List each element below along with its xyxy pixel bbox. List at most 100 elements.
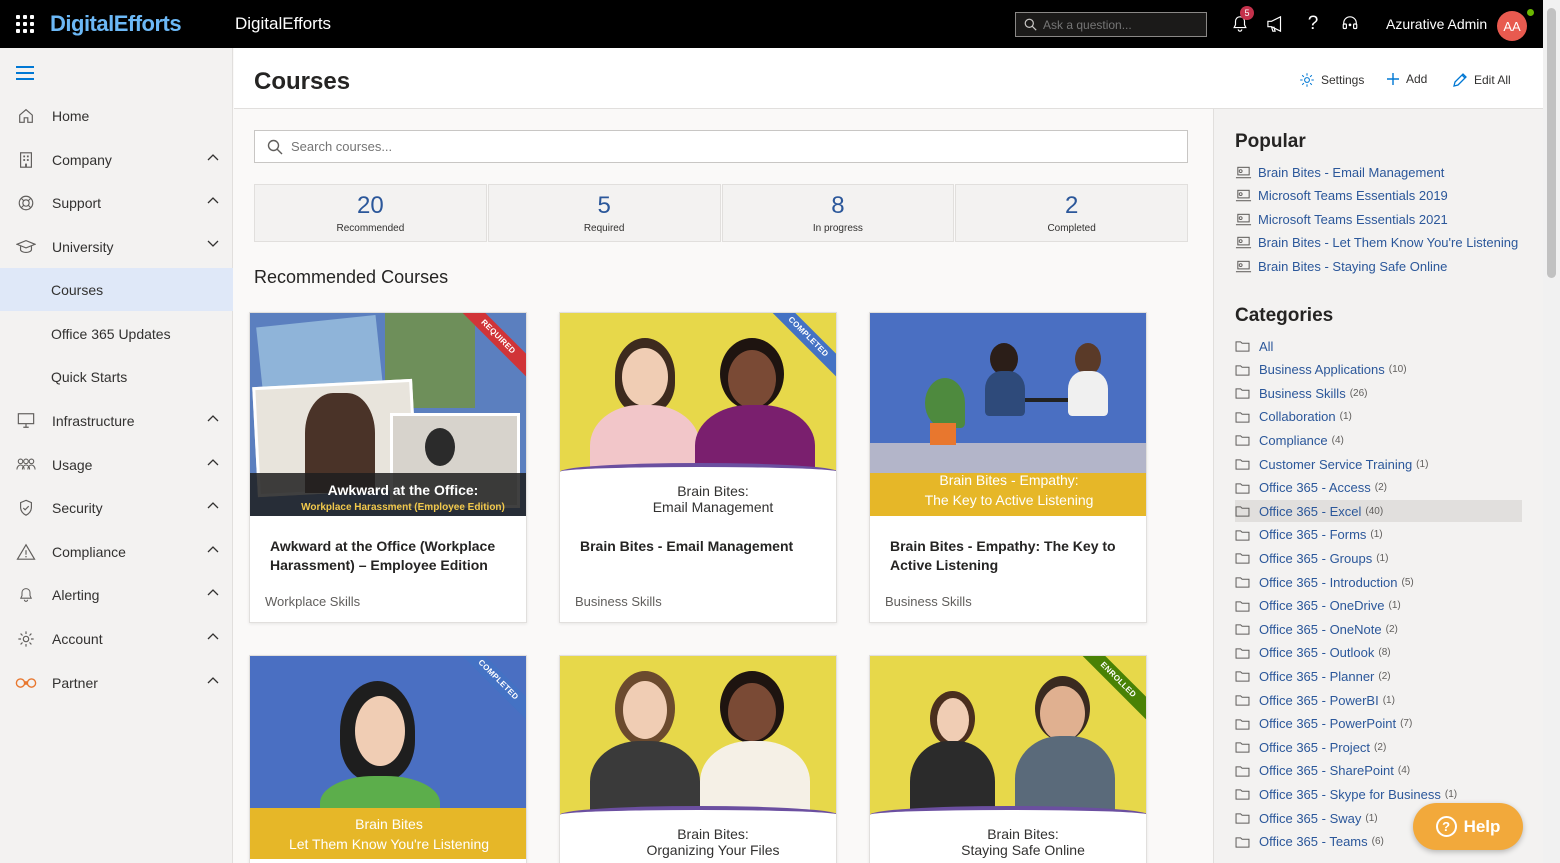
category-item[interactable]: Office 365 - Excel (40): [1235, 500, 1522, 523]
category-item[interactable]: Office 365 - OneNote (2): [1235, 618, 1522, 640]
sidebar-item-alerting[interactable]: Alerting: [0, 573, 233, 616]
home-icon: [19, 108, 33, 123]
course-card[interactable]: Brain Bites: Staying Safe Online ENROLLE…: [869, 655, 1147, 863]
sidebar-item-label: Account: [52, 630, 103, 647]
popular-item-label: Brain Bites - Email Management: [1258, 165, 1445, 180]
category-item[interactable]: Compliance (4): [1235, 429, 1522, 451]
announcements-button[interactable]: [1264, 12, 1288, 36]
course-card[interactable]: Brain Bites Let Them Know You're Listeni…: [249, 655, 527, 863]
category-item[interactable]: Office 365 - Forms (1): [1235, 524, 1522, 546]
category-label: Office 365 - Forms: [1259, 527, 1367, 543]
edit-all-button[interactable]: Edit All: [1452, 72, 1511, 88]
course-card[interactable]: Brain Bites - Empathy: The Key to Active…: [869, 312, 1147, 623]
stat-recommended[interactable]: 20 Recommended: [254, 184, 487, 242]
categories-title: Categories: [1235, 305, 1334, 326]
user-name[interactable]: Azurative Admin: [1386, 16, 1487, 32]
ask-question-input[interactable]: [1043, 17, 1193, 32]
course-category: Business Skills: [885, 594, 972, 609]
category-item[interactable]: Office 365 - Outlook (8): [1235, 642, 1522, 664]
sidebar-item-security[interactable]: Security: [0, 486, 233, 529]
course-search-input[interactable]: [291, 139, 1171, 154]
notifications-button[interactable]: 5: [1228, 6, 1254, 36]
sidebar-subitem-office365-updates[interactable]: Office 365 Updates: [0, 312, 233, 355]
sidebar-item-label: University: [52, 238, 114, 255]
popular-item[interactable]: Microsoft Teams Essentials 2021: [1235, 212, 1448, 227]
category-item[interactable]: All: [1235, 335, 1522, 357]
category-item[interactable]: Office 365 - OneDrive (1): [1235, 595, 1522, 617]
sidebar-item-partner[interactable]: Partner: [0, 661, 233, 704]
category-item[interactable]: Office 365 - PowerPoint (7): [1235, 713, 1522, 735]
category-label: Office 365 - OneDrive: [1259, 598, 1385, 614]
popular-title: Popular: [1235, 131, 1306, 152]
bell-icon: [19, 587, 33, 602]
sidebar-subitem-courses[interactable]: Courses: [0, 268, 233, 311]
category-item[interactable]: Office 365 - Access (2): [1235, 477, 1522, 499]
popular-item[interactable]: Brain Bites - Staying Safe Online: [1235, 259, 1447, 274]
category-count: (2): [1385, 623, 1398, 635]
stat-required[interactable]: 5 Required: [487, 184, 721, 242]
course-title[interactable]: Brain Bites - Empathy: The Key to Active…: [890, 537, 1135, 575]
avatar[interactable]: AA: [1497, 11, 1527, 41]
sidebar-item-account[interactable]: Account: [0, 617, 233, 660]
page-scrollbar[interactable]: [1543, 0, 1560, 863]
thumbnail-caption-line1: Brain Bites - Empathy:: [939, 472, 1079, 488]
scrollbar-thumb[interactable]: [1547, 8, 1556, 278]
sidebar-item-label: Company: [52, 151, 112, 168]
course-card[interactable]: Brain Bites: Email Management COMPLETED …: [559, 312, 837, 623]
sidebar-subitem-quick-starts[interactable]: Quick Starts: [0, 355, 233, 398]
brand-logo[interactable]: DigitalEfforts: [50, 11, 235, 37]
top-bar: DigitalEfforts DigitalEfforts 5 ? Azurat…: [0, 0, 1543, 48]
category-item[interactable]: Office 365 - SharePoint (4): [1235, 760, 1522, 782]
popular-item[interactable]: Brain Bites - Let Them Know You're Liste…: [1235, 235, 1518, 250]
help-question-button[interactable]: ?: [1301, 12, 1325, 36]
popular-item[interactable]: Microsoft Teams Essentials 2019: [1235, 188, 1448, 203]
sidebar-item-infrastructure[interactable]: Infrastructure: [0, 399, 233, 442]
folder-icon: [1235, 600, 1250, 612]
sidebar: Home Company Support University Courses …: [0, 48, 233, 863]
stat-completed[interactable]: 2 Completed: [955, 184, 1188, 242]
thumbnail-caption-line2: Organizing Your Files: [646, 842, 780, 858]
sidebar-item-usage[interactable]: Usage: [0, 443, 233, 486]
hamburger-menu-icon[interactable]: [16, 66, 34, 84]
app-launcher-button[interactable]: [0, 0, 50, 48]
category-item[interactable]: Business Applications (10): [1235, 359, 1522, 381]
support-headset-button[interactable]: [1338, 12, 1362, 36]
help-button[interactable]: ? Help: [1413, 803, 1523, 850]
course-category: Workplace Skills: [265, 594, 361, 609]
monitor-icon: [17, 413, 35, 428]
course-card[interactable]: Awkward at the Office: Workplace Harassm…: [249, 312, 527, 623]
chevron-up-icon: [207, 677, 219, 684]
course-card[interactable]: Brain Bites: Organizing Your Files: [559, 655, 837, 863]
sidebar-item-company[interactable]: Company: [0, 138, 233, 181]
category-item[interactable]: Office 365 - Project (2): [1235, 736, 1522, 758]
thumbnail-caption-line2: Email Management: [652, 499, 774, 515]
category-label: Office 365 - Skype for Business: [1259, 786, 1441, 802]
category-count: (1): [1365, 812, 1378, 824]
chevron-up-icon: [207, 633, 219, 640]
category-label: Office 365 - Access: [1259, 480, 1371, 496]
category-item[interactable]: Office 365 - Planner (2): [1235, 665, 1522, 687]
stat-in-progress[interactable]: 8 In progress: [721, 184, 955, 242]
settings-button[interactable]: Settings: [1299, 72, 1364, 88]
course-title[interactable]: Brain Bites - Email Management: [580, 537, 825, 556]
popular-item[interactable]: Brain Bites - Email Management: [1235, 165, 1444, 180]
category-item[interactable]: Office 365 - PowerBI (1): [1235, 689, 1522, 711]
category-item[interactable]: Collaboration (1): [1235, 406, 1522, 428]
category-item[interactable]: Business Skills (26): [1235, 382, 1522, 404]
folder-icon: [1235, 341, 1250, 352]
category-count: (2): [1378, 670, 1391, 682]
sidebar-item-university[interactable]: University: [0, 225, 233, 268]
category-item[interactable]: Office 365 - Introduction (5): [1235, 571, 1522, 593]
course-title[interactable]: Awkward at the Office (Workplace Harassm…: [270, 537, 515, 575]
category-item[interactable]: Office 365 - Groups (1): [1235, 547, 1522, 569]
sidebar-item-support[interactable]: Support: [0, 181, 233, 224]
course-search-box[interactable]: [254, 130, 1188, 163]
category-item[interactable]: Customer Service Training (1): [1235, 453, 1522, 475]
thumbnail-caption-line2: Let Them Know You're Listening: [288, 836, 490, 852]
chevron-up-icon: [207, 154, 219, 161]
sidebar-item-label: Home: [52, 107, 90, 124]
sidebar-item-home[interactable]: Home: [0, 94, 233, 137]
ask-question-search[interactable]: [1015, 12, 1207, 37]
add-button[interactable]: Add: [1386, 72, 1427, 86]
sidebar-item-compliance[interactable]: Compliance: [0, 530, 233, 573]
